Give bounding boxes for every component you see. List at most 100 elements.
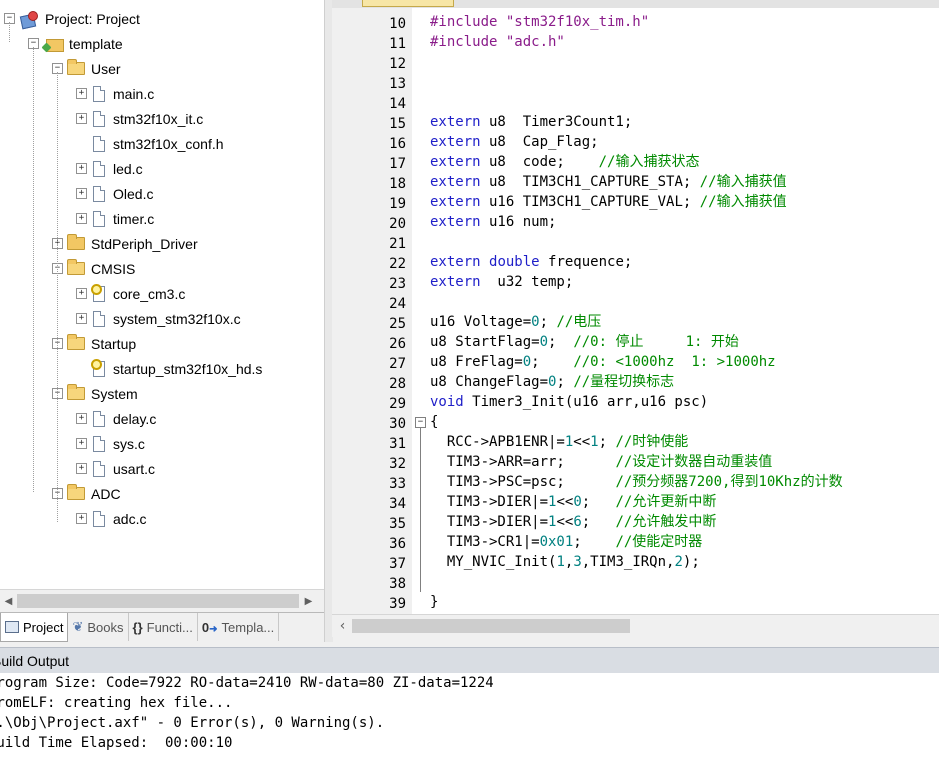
code-line[interactable]: #include "adc.h" [430,32,565,52]
code-line[interactable]: MY_NVIC_Init(1,3,TIM3_IRQn,2); [430,552,700,572]
expand-icon[interactable]: + [76,88,87,99]
expand-icon[interactable]: + [76,188,87,199]
expand-icon[interactable]: + [76,213,87,224]
code-line[interactable]: extern u16 num; [430,212,556,232]
code-line[interactable]: { [430,412,438,432]
code-line[interactable]: extern double frequence; [430,252,632,272]
tree-file-label: delay.c [113,410,157,427]
tree-file[interactable]: + usart.c [76,456,155,481]
tree-file[interactable]: stm32f10x_conf.h [76,131,224,156]
tree-group[interactable]: − User [52,56,121,81]
expand-icon[interactable]: + [76,463,87,474]
line-number: 15 [389,116,406,132]
code-line[interactable]: TIM3->DIER|=1<<6; //允许触发中断 [430,512,716,532]
tree-file[interactable]: + Oled.c [76,181,153,206]
tab-templates-label: Templa... [221,619,275,635]
tree-file[interactable]: + timer.c [76,206,154,231]
code-line[interactable]: extern u8 Timer3Count1; [430,112,632,132]
project-icon [19,10,39,28]
tree-file-label: usart.c [113,460,156,477]
tree-group[interactable]: − Startup [52,331,136,356]
tree-group-label: ADC [91,485,121,502]
build-output-title: Build Output [0,652,70,669]
tree-group-label: CMSIS [91,260,136,277]
fold-guide-line [420,428,421,592]
tab-functions-label: Functi... [146,619,193,635]
tree-target[interactable]: − template [28,31,123,56]
expand-icon[interactable]: + [76,513,87,524]
code-line[interactable]: extern u16 TIM3CH1_CAPTURE_VAL; //输入捕获值 [430,192,787,212]
code-line[interactable]: void Timer3_Init(u16 arr,u16 psc) [430,392,708,412]
editor-horizontal-scrollbar[interactable]: ‹ [332,614,939,637]
tree-file[interactable]: + led.c [76,156,143,181]
tree-file-label: main.c [113,85,155,102]
tree-file-label: core_cm3.c [113,285,186,302]
line-number: 29 [389,396,406,412]
line-number: 26 [389,336,406,352]
tree-file[interactable]: + main.c [76,81,154,106]
tree-file[interactable]: + stm32f10x_it.c [76,106,203,131]
scroll-thumb[interactable] [17,594,299,608]
tree-file[interactable]: + delay.c [76,406,156,431]
expand-icon[interactable]: + [76,413,87,424]
tree-file-label: adc.c [113,510,147,527]
tree-group[interactable]: − System [52,381,138,406]
tab-templates[interactable]: 0➜ Templa... [198,613,280,641]
tree-file[interactable]: + core_cm3.c [76,281,185,306]
tab-books[interactable]: ❦ Books [68,613,129,641]
line-number: 33 [389,476,406,492]
code-line[interactable]: TIM3->PSC=psc; //预分频器7200,得到10Khz的计数 [430,472,843,492]
editor-scroll-thumb[interactable] [352,619,630,633]
file-icon [93,160,105,177]
tree-guide-line [57,72,58,522]
line-number: 14 [389,96,406,112]
line-number: 11 [389,36,406,52]
code-editor[interactable]: 10 11 12 13 14 15 16 17 18 19 20 21 22 23 24 25 26 27 28 29… [332,0,939,614]
expand-icon[interactable]: + [76,163,87,174]
scroll-left-arrow-icon[interactable]: ◀ [0,590,17,612]
tab-project[interactable]: Project [0,613,69,642]
tree-group-label: User [91,60,121,77]
expand-icon[interactable]: + [76,113,87,124]
tree-root[interactable]: − Project: Project [4,6,140,31]
code-line[interactable]: TIM3->DIER|=1<<0; //允许更新中断 [430,492,716,512]
editor-tab-active[interactable] [362,0,454,7]
scroll-right-arrow-icon[interactable]: ▶ [300,590,317,612]
build-output-panel[interactable]: Program Size: Code=7922 RO-data=2410 RW-… [0,673,939,759]
code-line[interactable]: #include "stm32f10x_tim.h" [430,12,649,32]
project-panel-scrollbar[interactable]: ◀ ▶ [0,589,324,612]
tree-file[interactable]: + system_stm32f10x.c [76,306,241,331]
tree-file[interactable]: + sys.c [76,431,145,456]
code-line[interactable]: u16 Voltage=0; //电压 [430,312,601,332]
expand-icon[interactable]: + [76,288,87,299]
code-line[interactable]: TIM3->CR1|=0x01; //使能定时器 [430,532,702,552]
code-line[interactable]: u8 ChangeFlag=0; //量程切换标志 [430,372,674,392]
folder-icon [67,234,85,250]
expand-icon[interactable]: + [76,438,87,449]
tree-group[interactable]: + StdPeriph_Driver [52,231,198,256]
code-line[interactable]: extern u8 Cap_Flag; [430,132,599,152]
tree-file[interactable]: startup_stm32f10x_hd.s [76,356,262,381]
tab-functions[interactable]: {} Functi... [129,613,198,641]
scroll-left-chevron-icon[interactable]: ‹ [334,615,351,637]
code-line[interactable]: extern u32 temp; [430,272,573,292]
expand-icon[interactable]: + [76,313,87,324]
fold-collapse-icon[interactable]: − [415,417,426,428]
tree-root-label: Project: Project [45,10,140,27]
code-line[interactable]: extern u8 TIM3CH1_CAPTURE_STA; //输入捕获值 [430,172,787,192]
line-number: 30 [389,416,406,432]
config-file-icon [91,283,105,302]
code-line[interactable]: } [430,592,438,612]
code-line[interactable]: extern u8 code; //输入捕获状态 [430,152,699,172]
tree-file[interactable]: + adc.c [76,506,146,531]
tab-project-label: Project [23,619,64,635]
code-line[interactable]: RCC->APB1ENR|=1<<1; //时钟使能 [430,432,688,452]
build-output-line: ".\Obj\Project.axf" - 0 Error(s), 0 Warn… [0,715,385,731]
code-line[interactable]: u8 StartFlag=0; //0: 停止 1: 开始 [430,332,739,352]
line-number: 17 [389,156,406,172]
tree-group[interactable]: − ADC [52,481,121,506]
code-line[interactable]: TIM3->ARR=arr; //设定计数器自动重装值 [430,452,772,472]
line-number: 35 [389,516,406,532]
code-line[interactable]: u8 FreFlag=0; //0: <1000hz 1: >1000hz [430,352,776,372]
tree-group[interactable]: − CMSIS [52,256,135,281]
